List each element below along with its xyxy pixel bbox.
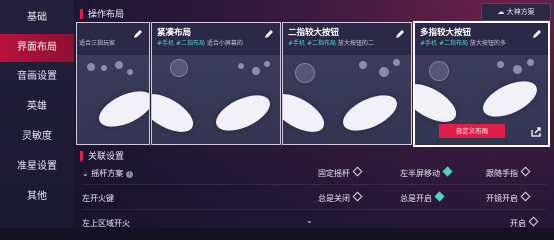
preview-hand xyxy=(210,88,276,138)
layout-card-4[interactable]: 多指较大按钮 #手机 #二指布局 放大按钮的多 自定义布局 xyxy=(413,21,550,147)
preview-button xyxy=(115,61,123,69)
card-title: 二指较大按钮 xyxy=(288,28,340,38)
layout-card-1[interactable]: 适合三指玩家 xyxy=(76,22,150,145)
card-tags: #手机 #二指布局 放大按钮的多 xyxy=(420,40,506,47)
sidebar-item-other[interactable]: 其他 xyxy=(0,183,74,211)
option-on[interactable]: 开启 xyxy=(510,216,539,229)
preview-button xyxy=(497,61,504,68)
preview-button xyxy=(127,69,133,75)
preview-hand xyxy=(337,88,403,138)
preview-button xyxy=(238,63,244,69)
edit-icon[interactable] xyxy=(132,28,144,40)
sidebar-item-hero[interactable]: 英雄 xyxy=(0,93,74,121)
preview-button xyxy=(252,67,260,75)
radio-diamond-icon xyxy=(528,216,539,227)
section-marker xyxy=(80,150,83,161)
cloud-icon: ☁ xyxy=(497,8,505,16)
preview-button xyxy=(393,59,400,66)
card-header: 二指较大按钮 #手机 #二指布局 放大按钮的二 xyxy=(283,23,411,55)
layout-preview xyxy=(152,55,280,144)
preview-hand xyxy=(152,86,200,140)
layout-preview xyxy=(283,55,411,144)
card-header: 多指较大按钮 #手机 #二指布局 放大按钮的多 xyxy=(415,23,548,55)
preview-joystick xyxy=(429,61,449,81)
radio-diamond-icon xyxy=(352,191,363,202)
radio-diamond-icon xyxy=(520,166,531,177)
preview-button xyxy=(379,67,389,77)
card-title: 紧凑布局 xyxy=(157,28,192,38)
preview-button xyxy=(359,61,367,69)
radio-diamond-selected-icon xyxy=(442,166,453,177)
radio-diamond-icon xyxy=(352,166,363,177)
edit-icon[interactable] xyxy=(263,28,275,40)
preview-joystick xyxy=(170,59,188,77)
sidebar-item-audio-video[interactable]: 音画设置 xyxy=(0,63,74,91)
radio-diamond-selected-icon xyxy=(434,191,445,202)
preview-joystick xyxy=(295,63,315,83)
related-section-title: 关联设置 xyxy=(80,149,124,162)
joystick-scheme-row: ⌄ 摇杆方案 i 固定摇杆 左半屏移动 跟随手指 xyxy=(82,163,546,183)
preview-button xyxy=(87,63,95,71)
left-fire-button-row: 左开火键 总是关闭 总是开启 开镜开启 xyxy=(82,188,546,208)
preview-button xyxy=(101,65,107,71)
sidebar-item-basic[interactable]: 基础 xyxy=(0,4,74,32)
sidebar-item-ui-layout[interactable]: 界面布局 xyxy=(0,34,74,62)
option-fixed-joystick[interactable]: 固定摇杆 xyxy=(318,166,363,179)
preview-hand xyxy=(477,74,543,124)
sidebar-item-crosshair[interactable]: 准星设置 xyxy=(0,153,74,181)
layout-preview xyxy=(77,55,149,144)
edit-icon[interactable] xyxy=(531,28,543,40)
layout-section-title: 操作布局 xyxy=(80,7,124,20)
option-follow-finger[interactable]: 跟随手指 xyxy=(486,166,531,179)
upper-left-fire-row: 左上区域开火 ⌄ 开启 xyxy=(82,213,546,233)
expert-plan-label: 大神方案 xyxy=(506,8,535,16)
upper-left-fire-label: 左上区域开火 xyxy=(82,219,130,228)
section-marker xyxy=(80,8,83,19)
sidebar: 基础 界面布局 音画设置 英雄 灵敏度 准星设置 其他 xyxy=(0,0,74,228)
preview-hand xyxy=(415,76,463,130)
radio-diamond-icon xyxy=(520,191,531,202)
chevron-down-icon[interactable]: ⌄ xyxy=(82,169,89,178)
chevron-down-icon[interactable]: ⌄ xyxy=(306,216,313,225)
option-always-off[interactable]: 总是关闭 xyxy=(318,191,363,204)
preview-hand xyxy=(93,84,149,134)
card-tags: #手机 #二指布局 适合小屏幕的 xyxy=(157,40,243,47)
related-section-label: 关联设置 xyxy=(88,152,125,162)
preview-button xyxy=(264,61,270,67)
share-icon[interactable] xyxy=(530,126,542,138)
option-left-half-move[interactable]: 左半屏移动 xyxy=(400,166,453,179)
card-header: 适合三指玩家 xyxy=(77,23,149,55)
sidebar-item-sensitivity[interactable]: 灵敏度 xyxy=(0,123,74,151)
card-desc: 适合三指玩家 xyxy=(79,40,116,47)
row-divider xyxy=(82,184,546,185)
layout-card-2[interactable]: 紧凑布局 #手机 #二指布局 适合小屏幕的 xyxy=(151,22,281,145)
row-divider xyxy=(82,209,546,210)
custom-layout-button[interactable]: 自定义布局 xyxy=(439,124,505,138)
preview-button xyxy=(527,59,534,66)
left-fire-button-label: 左开火键 xyxy=(82,194,114,203)
layout-section-label: 操作布局 xyxy=(88,10,125,20)
info-icon[interactable]: i xyxy=(126,171,134,178)
option-scope-on[interactable]: 开镜开启 xyxy=(486,191,531,204)
card-title: 多指较大按钮 xyxy=(420,28,472,38)
main-panel: 操作布局 ☁ 大神方案 适合三指玩家 紧凑布局 #手机 #二指布局 适合小屏幕的 xyxy=(74,0,554,228)
preview-hand xyxy=(283,86,331,140)
edit-icon[interactable] xyxy=(394,28,406,40)
layout-card-3[interactable]: 二指较大按钮 #手机 #二指布局 放大按钮的二 xyxy=(282,22,412,145)
card-tags: #手机 #二指布局 放大按钮的二 xyxy=(288,40,374,47)
joystick-scheme-label: ⌄ 摇杆方案 i xyxy=(82,168,134,179)
card-header: 紧凑布局 #手机 #二指布局 适合小屏幕的 xyxy=(152,23,280,55)
expert-plan-button[interactable]: ☁ 大神方案 xyxy=(481,3,551,21)
option-always-on[interactable]: 总是开启 xyxy=(400,191,445,204)
preview-button xyxy=(513,65,522,74)
